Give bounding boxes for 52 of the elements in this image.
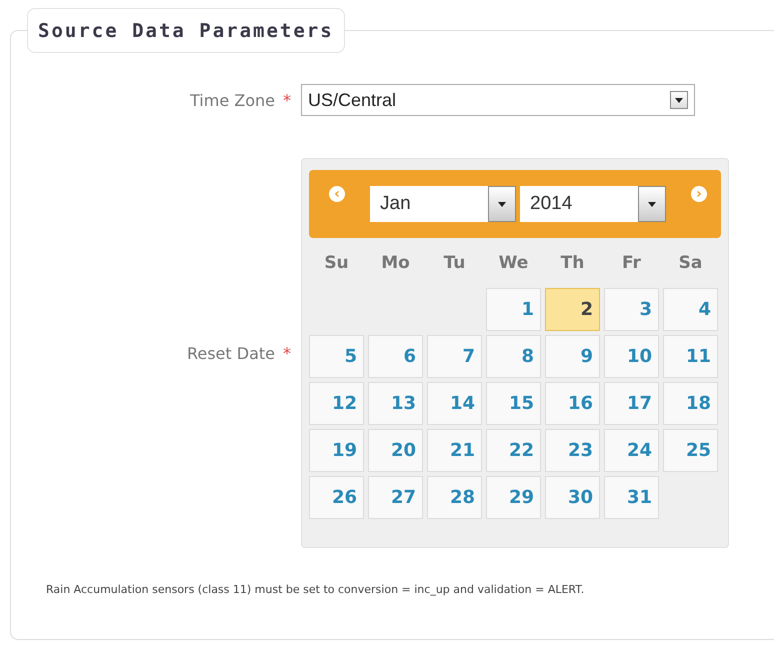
calendar-day[interactable]: 6 — [368, 335, 423, 378]
weekday-label: Sa — [678, 252, 704, 275]
calendar-day[interactable]: 29 — [486, 476, 541, 519]
calendar-day[interactable]: 2 — [545, 288, 600, 331]
calendar-day[interactable]: 26 — [309, 476, 364, 519]
weekday-label: Th — [560, 252, 586, 275]
calendar-day[interactable]: 9 — [545, 335, 600, 378]
calendar-day[interactable]: 8 — [486, 335, 541, 378]
calendar-day[interactable]: 10 — [604, 335, 659, 378]
weekday-label: Mo — [380, 252, 411, 275]
calendar-day[interactable]: 20 — [368, 429, 423, 472]
calendar-day[interactable]: 11 — [663, 335, 718, 378]
calendar-day[interactable]: 7 — [427, 335, 482, 378]
calendar-day[interactable]: 25 — [663, 429, 718, 472]
calendar-day[interactable]: 18 — [663, 382, 718, 425]
note-text: Rain Accumulation sensors (class 11) must be set to conversion = inc_up and validation = ALERT. — [45, 582, 586, 598]
weekday-label: We — [498, 252, 530, 275]
year-select[interactable]: 2014 — [520, 186, 666, 222]
caret-icon — [675, 98, 683, 102]
caret-icon — [498, 202, 506, 206]
calendar-day[interactable]: 21 — [427, 429, 482, 472]
section-title: Source Data Parameters — [27, 8, 345, 53]
month-select[interactable]: Jan — [370, 186, 516, 222]
required-mark: * — [283, 90, 291, 110]
calendar-day[interactable]: 17 — [604, 382, 659, 425]
weekday-label: Fr — [621, 252, 642, 275]
required-mark: * — [283, 344, 291, 362]
previous-month-button[interactable]: ‹ — [329, 186, 345, 202]
calendar-day[interactable]: 14 — [427, 382, 482, 425]
time-zone-select[interactable]: US/Central — [301, 84, 695, 116]
calendar-day[interactable]: 31 — [604, 476, 659, 519]
weekday-label: Su — [323, 252, 350, 275]
calendar-day[interactable]: 19 — [309, 429, 364, 472]
caret-icon — [648, 202, 656, 206]
next-month-button[interactable]: › — [691, 186, 707, 202]
calendar-day[interactable]: 16 — [545, 382, 600, 425]
calendar-day[interactable]: 28 — [427, 476, 482, 519]
calendar-day[interactable]: 1 — [486, 288, 541, 331]
calendar-day[interactable]: 13 — [368, 382, 423, 425]
calendar-day[interactable]: 3 — [604, 288, 659, 331]
calendar-day[interactable]: 23 — [545, 429, 600, 472]
calendar-day[interactable]: 22 — [486, 429, 541, 472]
field-label: Reset Date — [186, 344, 275, 362]
field-label: Time Zone — [190, 90, 275, 110]
calendar-day[interactable]: 5 — [309, 335, 364, 378]
calendar-day[interactable]: 27 — [368, 476, 423, 519]
calendar-day[interactable]: 15 — [486, 382, 541, 425]
calendar-day[interactable]: 30 — [545, 476, 600, 519]
calendar-day[interactable]: 12 — [309, 382, 364, 425]
weekday-label: Tu — [442, 252, 466, 275]
calendar-day[interactable]: 24 — [604, 429, 659, 472]
calendar-day[interactable]: 4 — [663, 288, 718, 331]
